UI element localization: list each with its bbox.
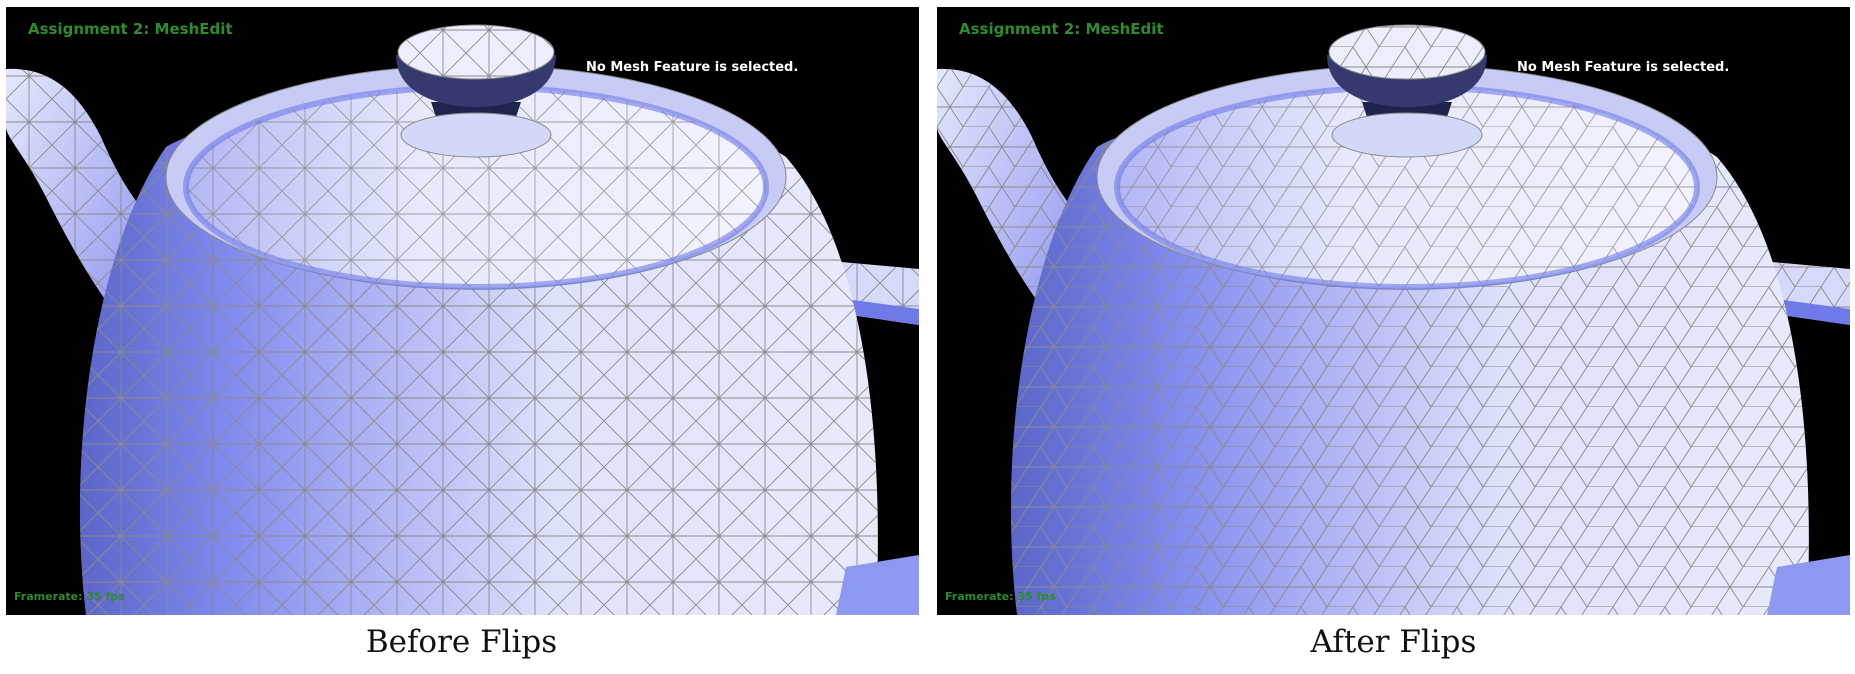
framerate-readout: Framerate: 35 fps	[14, 590, 125, 603]
framerate-readout: Framerate: 35 fps	[945, 590, 1056, 603]
teapot-mesh-render	[6, 24, 919, 615]
teapot-mesh-render	[937, 24, 1850, 615]
selection-status: No Mesh Feature is selected.	[1517, 60, 1730, 75]
panel-caption: After Flips	[1310, 624, 1477, 660]
panel-before-flips: Assignment 2: MeshEdit No Mesh Feature i…	[0, 0, 923, 674]
panel-after-flips: Assignment 2: MeshEdit No Mesh Feature i…	[932, 0, 1855, 674]
app-title: Assignment 2: MeshEdit	[959, 20, 1164, 38]
panel-caption: Before Flips	[365, 624, 558, 660]
app-title: Assignment 2: MeshEdit	[28, 20, 233, 38]
selection-status: No Mesh Feature is selected.	[586, 60, 799, 75]
mesh-viewport[interactable]: Assignment 2: MeshEdit No Mesh Feature i…	[937, 7, 1850, 615]
mesh-viewport[interactable]: Assignment 2: MeshEdit No Mesh Feature i…	[6, 7, 919, 615]
